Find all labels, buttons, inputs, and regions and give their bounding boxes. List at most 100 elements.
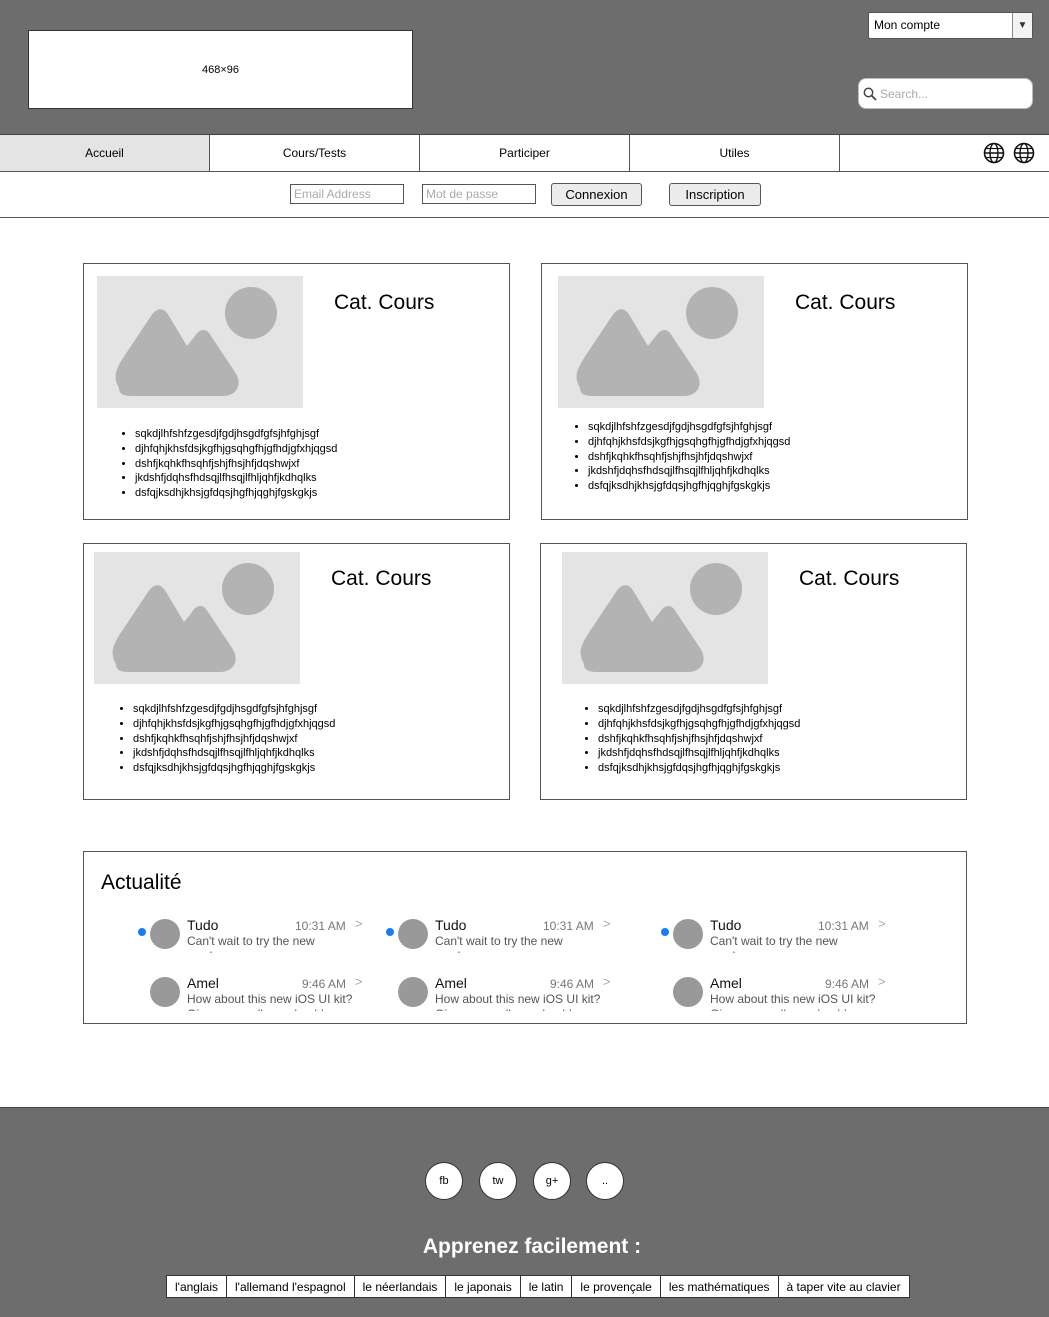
image-placeholder-icon xyxy=(94,552,300,684)
register-button[interactable]: Inscription xyxy=(669,183,761,206)
message-preview: How about this new iOS UI kit? Give me a… xyxy=(710,992,876,1011)
avatar xyxy=(673,919,703,949)
list-item: jkdshfjdqhsfhdsqjlfhsqjlfhljqhfjkdhqlks xyxy=(588,464,790,479)
facebook-button[interactable]: fb xyxy=(425,1162,463,1200)
language-link[interactable]: l'anglais xyxy=(167,1276,227,1297)
message-sender: Amelia xyxy=(710,975,742,991)
dropdown-arrow-icon[interactable]: ▼ xyxy=(1012,13,1032,38)
list-item: jkdshfjdqhsfhdsqjlfhsqjlfhljqhfjkdhqlks xyxy=(598,746,800,761)
login-button[interactable]: Connexion xyxy=(551,183,642,206)
list-item: dsfqjksdhjkhsjgfdqsjhgfhjqghjfgskgkjs xyxy=(598,761,800,776)
language-link[interactable]: le japonais xyxy=(446,1276,521,1297)
chevron-right-icon: > xyxy=(603,916,611,931)
list-item: dshfjkqhkfhsqhfjshjfhsjhfjdqshwjxf xyxy=(133,732,335,747)
unread-dot-icon xyxy=(661,928,669,936)
news-panel: Actualité Tudo 10:31 AM > Can't wait to … xyxy=(83,851,967,1024)
twitter-button[interactable]: tw xyxy=(479,1162,517,1200)
footer: fb tw g+ .. Apprenez facilement : l'angl… xyxy=(0,1107,1049,1317)
image-placeholder-icon xyxy=(558,276,764,408)
card-item-list: sqkdjlhfshfzgesdjfgdjhsgdfgfsjhfghjsgf d… xyxy=(572,420,790,494)
language-link[interactable]: le néerlandais xyxy=(355,1276,447,1297)
message-preview: How about this new iOS UI kit? Give me a… xyxy=(435,992,601,1011)
language-link[interactable]: le latin xyxy=(521,1276,573,1297)
list-item: jkdshfjdqhsfhdsqjlfhsqjlfhljqhfjkdhqlks xyxy=(133,746,335,761)
message-item[interactable]: Amelia 9:46 AM > How about this new iOS … xyxy=(138,971,368,1011)
message-time: 9:46 AM xyxy=(302,977,347,991)
message-item[interactable]: Tudo 10:31 AM > Can't wait to try the ne… xyxy=(386,913,616,953)
language-link[interactable]: les mathématiques xyxy=(661,1276,779,1297)
message-sender: Amelia xyxy=(187,975,219,991)
list-item: sqkdjlhfshfzgesdjfgdjhsgdfgfsjhfghjsgf xyxy=(598,702,800,717)
list-item: dshfjkqhkfhsqhfjshjfhsjhfjdqshwjxf xyxy=(588,450,790,465)
list-item: jkdshfjdqhsfhdsqjlfhsqjlfhljqhfjkdhqlks xyxy=(135,471,337,486)
list-item: djhfqhjkhsfdsjkgfhjgsqhgfhjgfhdjgfxhjqgs… xyxy=(598,717,800,732)
unread-dot-icon xyxy=(386,928,394,936)
message-time: 10:31 AM xyxy=(543,919,594,933)
google-plus-button[interactable]: g+ xyxy=(533,1162,571,1200)
language-list: l'anglais l'allemand l'espagnol le néerl… xyxy=(166,1275,910,1298)
header: 468×96 Mon compte ▼ xyxy=(0,0,1049,135)
email-field[interactable] xyxy=(290,184,404,204)
list-item: dshfjkqhkfhsqhfjshjfhsjhfjdqshwjxf xyxy=(598,732,800,747)
message-sender: Amelia xyxy=(435,975,467,991)
tab-participer[interactable]: Participer xyxy=(420,135,630,171)
list-item: dsfqjksdhjkhsjgfdqsjhgfhjqghjfgskgkjs xyxy=(133,761,335,776)
globe-icon[interactable] xyxy=(983,142,1005,164)
main-nav: Accueil Cours/Tests Participer Utiles xyxy=(0,135,1049,172)
list-item: djhfqhjkhsfdsjkgfhjgsqhgfhjgfhdjgfxhjqgs… xyxy=(135,442,337,457)
list-item: dsfqjksdhjkhsjgfdqsjhgfhjqghjfgskgkjs xyxy=(135,486,337,501)
avatar xyxy=(150,977,180,1007)
list-item: djhfqhjkhsfdsjkgfhjgsqhgfhjgfhdjgfxhjqgs… xyxy=(133,717,335,732)
message-item[interactable]: Amelia 9:46 AM > How about this new iOS … xyxy=(386,971,616,1011)
avatar xyxy=(398,977,428,1007)
card-item-list: sqkdjlhfshfzgesdjfgdjhsgdfgfsjhfghjsgf d… xyxy=(582,702,800,776)
message-item[interactable]: Amelia 9:46 AM > How about this new iOS … xyxy=(661,971,891,1011)
course-category-card[interactable]: Cat. Cours sqkdjlhfshfzgesdjfgdjhsgdfgfs… xyxy=(83,263,510,520)
language-link[interactable]: le provençale xyxy=(572,1276,661,1297)
image-placeholder-icon xyxy=(562,552,768,684)
message-item[interactable]: Tudo 10:31 AM > Can't wait to try the ne… xyxy=(661,913,891,953)
tab-label: Cours/Tests xyxy=(282,146,347,160)
card-title: Cat. Cours xyxy=(795,291,896,314)
tab-accueil[interactable]: Accueil xyxy=(0,135,210,171)
more-social-button[interactable]: .. xyxy=(586,1162,624,1200)
avatar xyxy=(673,977,703,1007)
language-icons xyxy=(983,142,1035,164)
globe-icon[interactable] xyxy=(1013,142,1035,164)
message-preview: Can't wait to try the new mockups xyxy=(710,934,838,953)
message-time: 9:46 AM xyxy=(825,977,870,991)
list-item: djhfqhjkhsfdsjkgfhjgsqhgfhjgfhdjgfxhjqgs… xyxy=(588,435,790,450)
list-item: dshfjkqhkfhsqhfjshjfhsjhfjdqshwjxf xyxy=(135,457,337,472)
news-title: Actualité xyxy=(101,871,182,894)
footer-title: Apprenez facilement : xyxy=(422,1235,642,1258)
chevron-right-icon: > xyxy=(603,974,611,989)
chevron-right-icon: > xyxy=(355,974,363,989)
password-field[interactable] xyxy=(422,184,536,204)
message-sender: Tudo xyxy=(710,917,742,933)
list-item: sqkdjlhfshfzgesdjfgdjhsgdfgfsjhfghjsgf xyxy=(135,427,337,442)
tab-utiles[interactable]: Utiles xyxy=(630,135,840,171)
login-bar: Connexion Inscription xyxy=(0,172,1049,218)
language-link[interactable]: à taper vite au clavier xyxy=(779,1276,909,1297)
list-item: dsfqjksdhjkhsjgfdqsjhgfhjqghjfgskgkjs xyxy=(588,479,790,494)
unread-dot-icon xyxy=(138,928,146,936)
logo-placeholder-label: 468×96 xyxy=(201,63,239,76)
search-box[interactable] xyxy=(858,78,1033,109)
message-item[interactable]: Tudo 10:31 AM > Can't wait to try the ne… xyxy=(138,913,368,953)
list-item: sqkdjlhfshfzgesdjfgdjhsgdfgfsjhfghjsgf xyxy=(133,702,335,717)
course-category-card[interactable]: Cat. Cours sqkdjlhfshfzgesdjfgdjhsgdfgfs… xyxy=(83,543,510,800)
avatar xyxy=(150,919,180,949)
card-title: Cat. Cours xyxy=(799,567,900,590)
card-item-list: sqkdjlhfshfzgesdjfgdjhsgdfgfsjhfghjsgf d… xyxy=(117,702,335,776)
tab-label: Utiles xyxy=(719,146,750,160)
course-category-card[interactable]: Cat. Cours sqkdjlhfshfzgesdjfgdjhsgdfgfs… xyxy=(541,263,968,520)
search-input[interactable] xyxy=(880,86,1020,101)
course-category-card[interactable]: Cat. Cours sqkdjlhfshfzgesdjfgdjhsgdfgfs… xyxy=(540,543,967,800)
tab-label: Participer xyxy=(499,146,550,160)
account-select[interactable]: Mon compte ▼ xyxy=(868,12,1033,39)
tab-cours-tests[interactable]: Cours/Tests xyxy=(210,135,420,171)
message-time: 10:31 AM xyxy=(295,919,346,933)
message-sender: Tudo xyxy=(187,917,219,933)
language-link[interactable]: l'allemand l'espagnol xyxy=(227,1276,355,1297)
chevron-right-icon: > xyxy=(878,916,886,931)
